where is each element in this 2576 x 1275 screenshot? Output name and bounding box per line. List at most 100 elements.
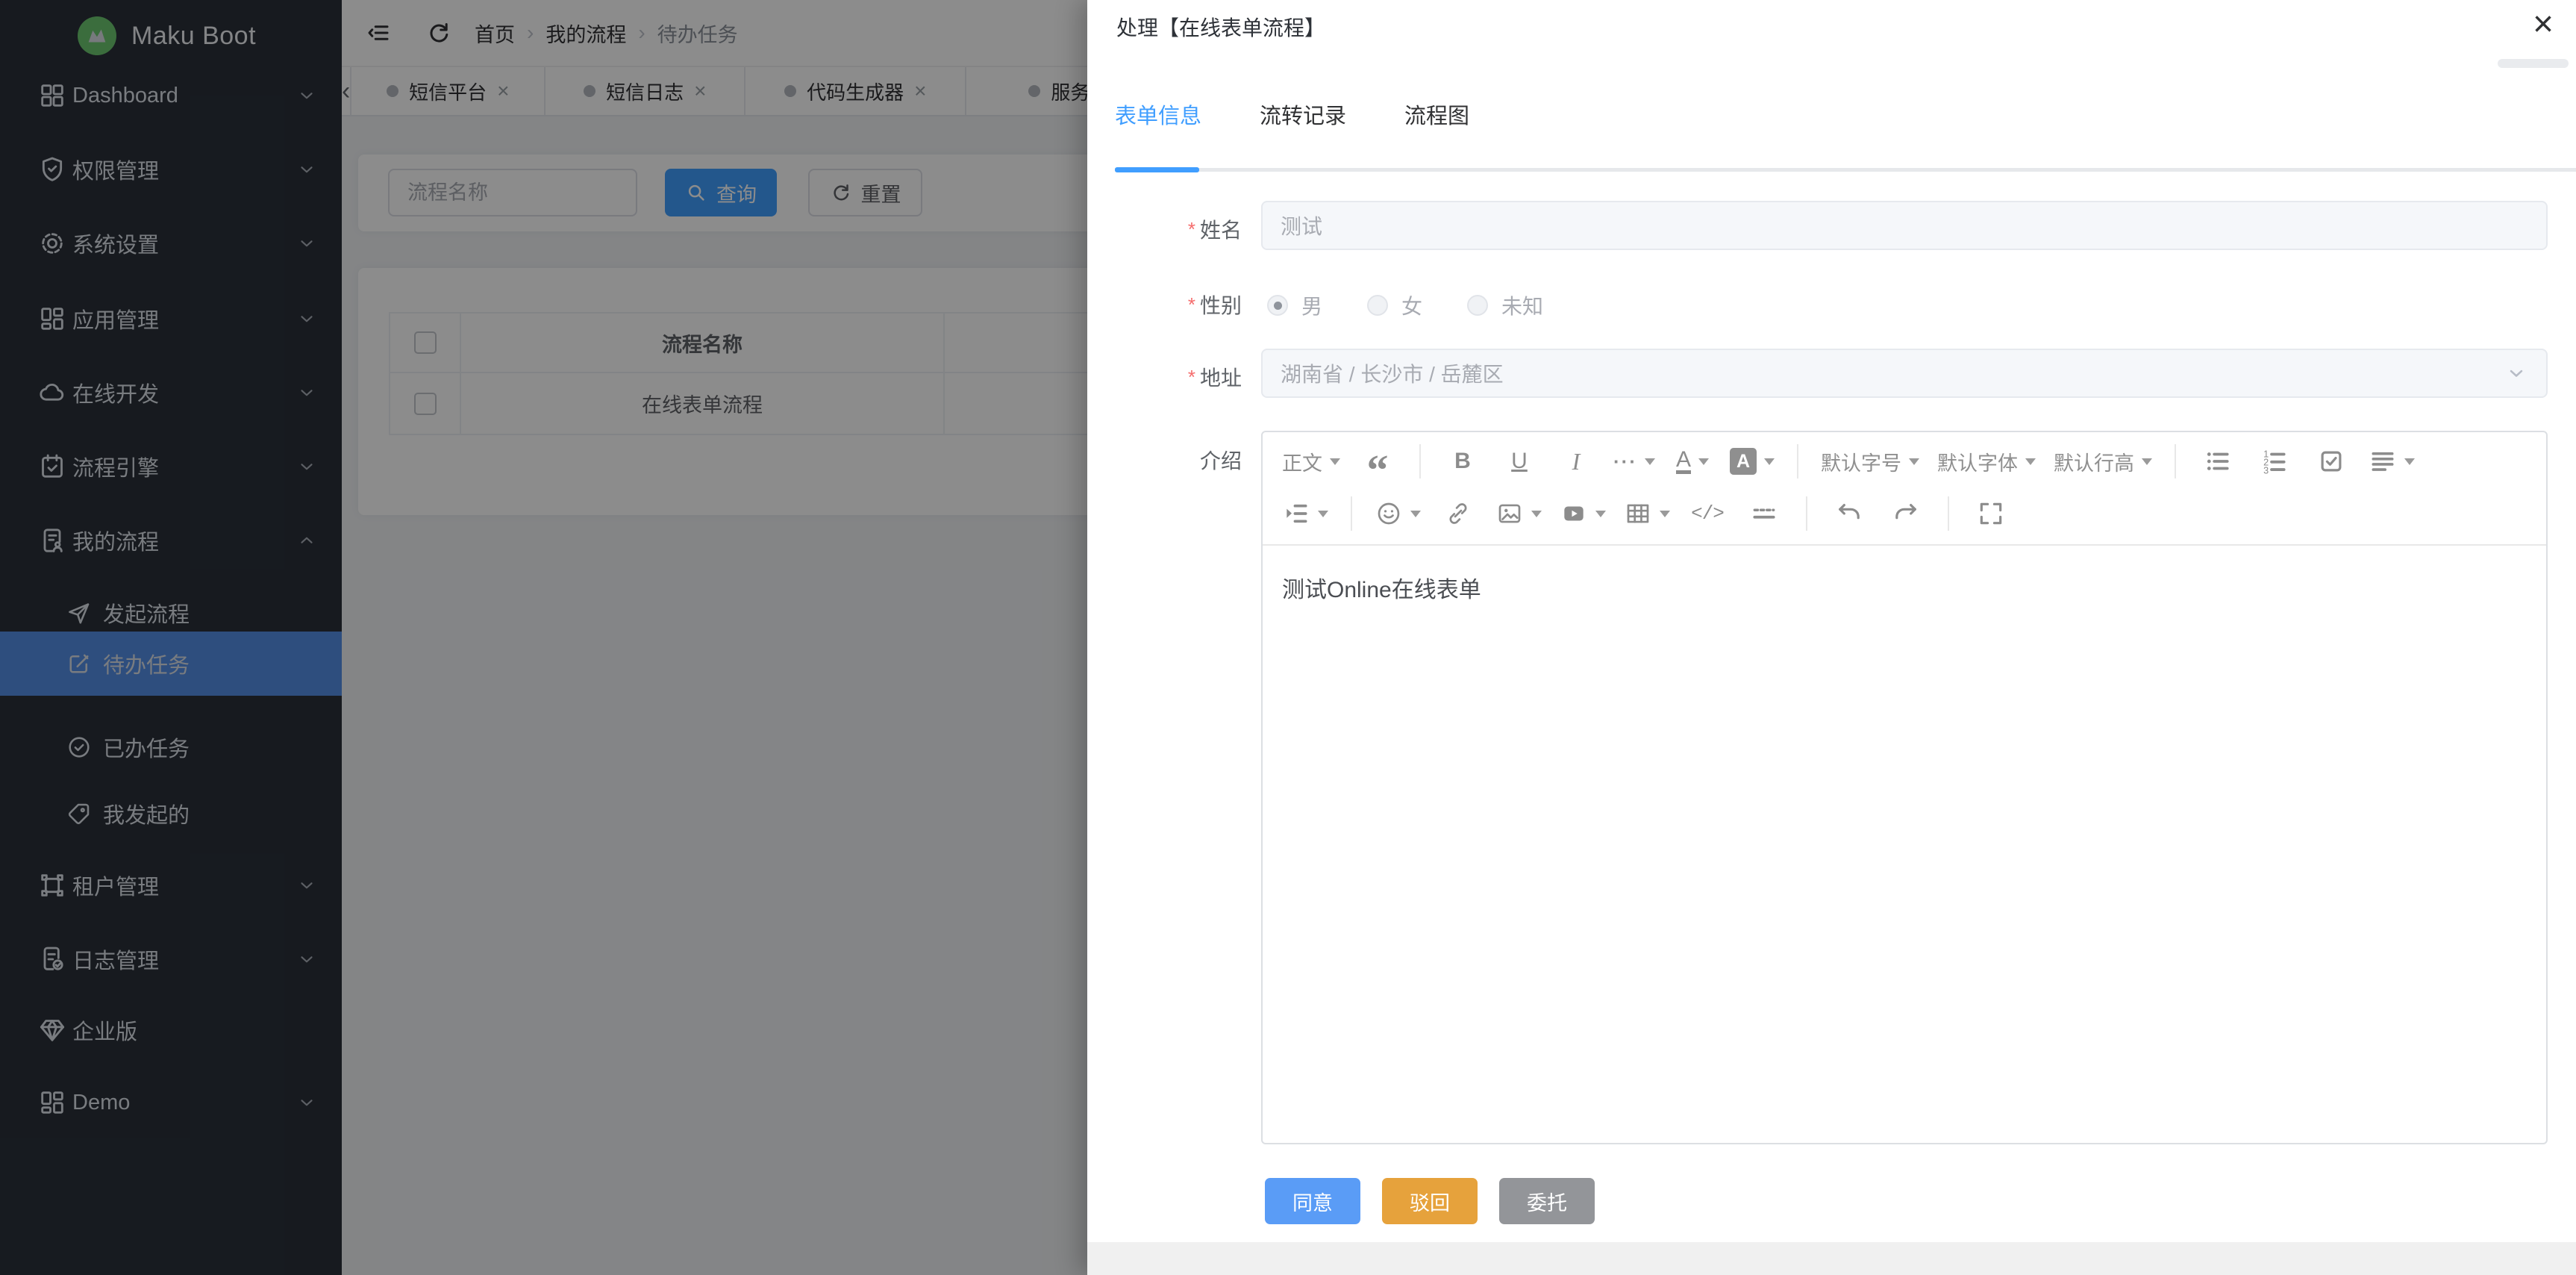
active-tab-indicator	[1115, 167, 1199, 172]
scrollbar-thumb[interactable]	[2498, 59, 2569, 68]
toolbar-item-label: 默认字号	[1821, 447, 1901, 476]
required-mark: *	[1188, 366, 1195, 388]
process-drawer: 处理【在线表单流程】 × 表单信息流转记录流程图 *姓名 *性别 男女未知 *地…	[1087, 0, 2576, 1275]
link-button[interactable]	[1433, 493, 1484, 534]
drawer-footer-strip	[1087, 1242, 2576, 1275]
radio-circle-icon	[1267, 295, 1288, 316]
line-height-dropdown[interactable]: 默认行高	[2048, 440, 2158, 482]
justify-dropdown[interactable]	[2363, 440, 2421, 482]
todo-list-button[interactable]	[2306, 440, 2357, 482]
caret-down-icon	[2404, 458, 2415, 465]
caret-down-icon	[2025, 458, 2036, 465]
caret-down-icon	[1318, 511, 1328, 517]
ordered-list-button[interactable]: 123	[2249, 440, 2300, 482]
more-styles-dropdown[interactable]: ···	[1607, 440, 1661, 482]
editor-content[interactable]: 测试Online在线表单	[1263, 546, 2546, 629]
toolbar-divider	[1419, 444, 1421, 478]
image-icon	[1495, 499, 1524, 528]
required-mark: *	[1188, 293, 1195, 316]
app-root: Maku Boot Dashboard权限管理系统设置应用管理在线开发流程引擎我…	[0, 0, 2576, 1275]
redo-button[interactable]	[1881, 493, 1931, 534]
modal-overlay[interactable]	[0, 0, 1087, 1275]
divider-button[interactable]	[1739, 493, 1789, 534]
svg-text:3: 3	[2263, 465, 2269, 476]
toolbar-divider	[1351, 496, 1352, 531]
name-field[interactable]	[1261, 201, 2548, 250]
undo-icon	[1835, 499, 1863, 528]
gender-radio-group: 男 女 未知	[1267, 290, 1588, 320]
indent-icon	[1282, 499, 1310, 528]
address-value: 湖南省 / 长沙市 / 岳麓区	[1281, 358, 1504, 388]
undo-button[interactable]	[1824, 493, 1875, 534]
drawer-tab-2[interactable]: 流转记录	[1260, 99, 1346, 151]
justify-icon	[2369, 447, 2397, 476]
emoji-dropdown[interactable]	[1369, 493, 1427, 534]
table-dropdown[interactable]	[1618, 493, 1676, 534]
toolbar-item-label: 默认字体	[1937, 447, 2018, 476]
radio-label: 女	[1401, 290, 1422, 320]
paragraph-style-dropdown[interactable]: 正文	[1276, 440, 1346, 482]
caret-down-icon	[1764, 458, 1775, 465]
drawer-tab-1[interactable]: 表单信息	[1115, 99, 1201, 151]
caret-down-icon	[1531, 511, 1542, 517]
bold-button[interactable]: B	[1437, 440, 1488, 482]
toolbar-item-label: 正文	[1282, 447, 1322, 476]
caret-down-icon	[1410, 511, 1421, 517]
editor-toolbar: 正文“BUI···AA默认字号默认字体默认行高123</>	[1263, 432, 2546, 546]
fullscreen-icon	[1977, 499, 2005, 528]
address-select[interactable]: 湖南省 / 长沙市 / 岳麓区	[1261, 349, 2548, 398]
table-icon	[1624, 499, 1652, 528]
radio-circle-icon	[1467, 295, 1488, 316]
delegate-button[interactable]: 委托	[1499, 1178, 1595, 1224]
blockquote-button[interactable]: “	[1352, 440, 1403, 482]
caret-down-icon	[2142, 458, 2152, 465]
toolbar-item-label: 默认行高	[2054, 447, 2134, 476]
link-icon	[1444, 499, 1472, 528]
video-dropdown[interactable]	[1554, 493, 1612, 534]
radio-label: 男	[1301, 290, 1322, 320]
italic-button[interactable]: I	[1551, 440, 1601, 482]
video-icon	[1560, 499, 1588, 528]
font-color-dropdown[interactable]: A	[1667, 440, 1718, 482]
underline-button[interactable]: U	[1494, 440, 1545, 482]
drawer-tabs: 表单信息 流转记录 流程图	[1115, 99, 1469, 151]
fullscreen-button[interactable]	[1966, 493, 2016, 534]
rich-text-editor: 正文“BUI···AA默认字号默认字体默认行高123</> 测试Online在线…	[1261, 431, 2548, 1144]
font-size-dropdown[interactable]: 默认字号	[1815, 440, 1925, 482]
approve-button[interactable]: 同意	[1265, 1178, 1360, 1224]
address-field-label: *地址	[1115, 362, 1242, 392]
toolbar-divider	[1797, 444, 1798, 478]
caret-down-icon	[1698, 458, 1709, 465]
reject-button[interactable]: 驳回	[1382, 1178, 1478, 1224]
redo-icon	[1892, 499, 1920, 528]
name-field-label: *姓名	[1115, 214, 1242, 244]
gender-radio-1[interactable]: 男	[1267, 290, 1322, 320]
intro-field-label: 介绍	[1115, 445, 1242, 475]
caret-down-icon	[1595, 511, 1606, 517]
toolbar-divider	[1806, 496, 1807, 531]
caret-down-icon	[1660, 511, 1670, 517]
tabs-track	[1115, 168, 2576, 172]
gender-radio-3[interactable]: 未知	[1467, 290, 1543, 320]
font-family-dropdown[interactable]: 默认字体	[1931, 440, 2042, 482]
caret-down-icon	[1645, 458, 1655, 465]
indent-dropdown[interactable]	[1276, 493, 1334, 534]
drawer-title: 处理【在线表单流程】	[1116, 12, 1325, 42]
gender-radio-2[interactable]: 女	[1367, 290, 1422, 320]
code-block-button[interactable]: </>	[1682, 493, 1733, 534]
drawer-tab-3[interactable]: 流程图	[1404, 99, 1469, 151]
bg-color-dropdown[interactable]: A	[1724, 440, 1781, 482]
caret-down-icon	[1909, 458, 1919, 465]
image-dropdown[interactable]	[1489, 493, 1548, 534]
radio-circle-icon	[1367, 295, 1388, 316]
close-icon[interactable]: ×	[2533, 1, 2554, 48]
toolbar-divider	[2175, 444, 2176, 478]
required-mark: *	[1188, 218, 1195, 240]
bullet-list-button[interactable]	[2192, 440, 2243, 482]
radio-label: 未知	[1501, 290, 1543, 320]
emoji-icon	[1375, 499, 1403, 528]
drawer-actions: 同意驳回委托	[1265, 1178, 1595, 1224]
ordered-list-icon: 123	[2260, 447, 2289, 476]
caret-down-icon	[1330, 458, 1340, 465]
hr-icon	[1750, 499, 1778, 528]
